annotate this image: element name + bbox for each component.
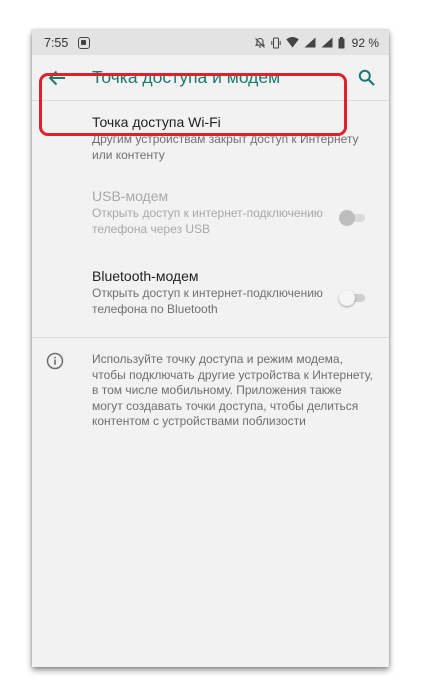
- usb-tethering-switch[interactable]: [339, 210, 367, 226]
- status-icons: 92 %: [254, 36, 379, 50]
- phone-screen: 7:55 92 % Точка доступа и модем Точка до…: [32, 30, 389, 667]
- bluetooth-tethering-item[interactable]: Bluetooth-модем Открыть доступ к интерне…: [32, 247, 389, 329]
- wifi-hotspot-title: Точка доступа Wi-Fi: [92, 114, 221, 130]
- status-bar: 7:55 92 %: [32, 30, 389, 55]
- wifi-hotspot-summary: Другим устройствам закрыт доступ к Интер…: [92, 132, 359, 162]
- battery-percent: 92 %: [351, 35, 379, 50]
- wifi-icon: [285, 37, 299, 48]
- search-icon: [358, 69, 375, 86]
- info-text: Используйте точку доступа и режим модема…: [92, 352, 373, 428]
- bluetooth-tethering-summary: Открыть доступ к интернет-подключению те…: [92, 286, 323, 316]
- notification-icon: [78, 36, 91, 49]
- usb-tethering-summary: Открыть доступ к интернет-подключению те…: [92, 206, 323, 236]
- info-icon: [46, 352, 64, 370]
- mute-notifications-icon: [254, 37, 266, 49]
- arrow-back-icon: [48, 70, 65, 85]
- usb-tethering-title: USB-модем: [92, 188, 169, 204]
- page-title: Точка доступа и модем: [92, 67, 281, 87]
- info-section: Используйте точку доступа и режим модема…: [32, 338, 389, 430]
- settings-list: Точка доступа Wi-Fi Другим устройствам з…: [32, 101, 389, 430]
- signal-icon: [304, 37, 316, 48]
- battery-icon: [338, 36, 345, 49]
- usb-tethering-item[interactable]: USB-модем Открыть доступ к интернет-подк…: [32, 173, 389, 247]
- wifi-hotspot-item[interactable]: Точка доступа Wi-Fi Другим устройствам з…: [32, 101, 389, 173]
- search-button[interactable]: [355, 67, 377, 89]
- back-button[interactable]: [46, 67, 68, 89]
- app-bar: Точка доступа и модем: [32, 55, 389, 101]
- status-time: 7:55: [44, 35, 69, 50]
- signal-icon: [321, 37, 333, 48]
- vibrate-icon: [270, 37, 281, 49]
- bluetooth-tethering-title: Bluetooth-модем: [92, 268, 199, 284]
- bluetooth-tethering-switch[interactable]: [339, 290, 367, 306]
